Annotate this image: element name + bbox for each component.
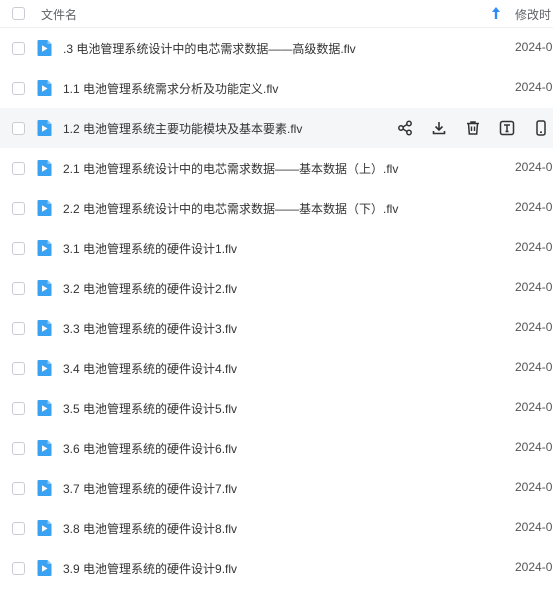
row-checkbox[interactable]	[12, 42, 25, 55]
file-row[interactable]: 2.2 电池管理系统设计中的电芯需求数据——基本数据（下）.flv 2024-0	[0, 188, 553, 228]
file-modified-time: 2024-0	[515, 360, 553, 374]
file-modified-time: 2024-0	[515, 440, 553, 454]
video-file-icon	[37, 520, 52, 536]
file-row[interactable]: 3.2 电池管理系统的硬件设计2.flv 2024-0	[0, 268, 553, 308]
row-checkbox[interactable]	[12, 402, 25, 415]
video-file-icon	[37, 40, 52, 56]
list-header: 文件名 修改时	[0, 0, 553, 28]
row-checkbox[interactable]	[12, 162, 25, 175]
file-modified-time: 2024-0	[515, 520, 553, 534]
file-name[interactable]: 3.8 电池管理系统的硬件设计8.flv	[63, 520, 237, 537]
row-checkbox[interactable]	[12, 322, 25, 335]
row-checkbox[interactable]	[12, 122, 25, 135]
file-row[interactable]: 3.5 电池管理系统的硬件设计5.flv 2024-0	[0, 388, 553, 428]
file-row[interactable]: 3.1 电池管理系统的硬件设计1.flv 2024-0	[0, 228, 553, 268]
row-checkbox[interactable]	[12, 282, 25, 295]
video-file-icon	[37, 320, 52, 336]
file-row[interactable]: 1.2 电池管理系统主要功能模块及基本要素.flv	[0, 108, 553, 148]
row-checkbox[interactable]	[12, 482, 25, 495]
file-row[interactable]: 3.6 电池管理系统的硬件设计6.flv 2024-0	[0, 428, 553, 468]
file-modified-time: 2024-0	[515, 400, 553, 414]
file-modified-time: 2024-0	[515, 560, 553, 574]
video-file-icon	[37, 160, 52, 176]
delete-icon	[467, 121, 479, 135]
file-modified-time: 2024-0	[515, 200, 553, 214]
file-row[interactable]: .3 电池管理系统设计中的电芯需求数据——高级数据.flv 2024-0	[0, 28, 553, 68]
share-button[interactable]	[396, 119, 414, 137]
row-checkbox[interactable]	[12, 562, 25, 575]
file-name[interactable]: 3.5 电池管理系统的硬件设计5.flv	[63, 400, 237, 417]
file-modified-time: 2024-0	[515, 160, 553, 174]
column-header-modified-time[interactable]: 修改时	[515, 6, 551, 23]
row-checkbox[interactable]	[12, 82, 25, 95]
file-name[interactable]: 3.4 电池管理系统的硬件设计4.flv	[63, 360, 237, 377]
sort-arrow-icon[interactable]	[491, 6, 501, 20]
rename-icon	[499, 120, 515, 136]
file-row[interactable]: 3.9 电池管理系统的硬件设计9.flv 2024-0	[0, 548, 553, 588]
video-file-icon	[37, 200, 52, 216]
file-row[interactable]: 3.7 电池管理系统的硬件设计7.flv 2024-0	[0, 468, 553, 508]
file-modified-time: 2024-0	[515, 320, 553, 334]
file-row[interactable]: 1.1 电池管理系统需求分析及功能定义.flv 2024-0	[0, 68, 553, 108]
file-modified-time: 2024-0	[515, 280, 553, 294]
video-file-icon	[37, 80, 52, 96]
file-name[interactable]: 3.1 电池管理系统的硬件设计1.flv	[63, 240, 237, 257]
file-name[interactable]: 3.3 电池管理系统的硬件设计3.flv	[63, 320, 237, 337]
file-modified-time: 2024-0	[515, 240, 553, 254]
video-file-icon	[37, 560, 52, 576]
file-name[interactable]: 2.1 电池管理系统设计中的电芯需求数据——基本数据（上）.flv	[63, 160, 398, 177]
file-modified-time: 2024-0	[515, 40, 553, 54]
row-checkbox[interactable]	[12, 202, 25, 215]
video-file-icon	[37, 240, 52, 256]
row-checkbox[interactable]	[12, 242, 25, 255]
video-file-icon	[37, 440, 52, 456]
file-row[interactable]: 3.4 电池管理系统的硬件设计4.flv 2024-0	[0, 348, 553, 388]
row-checkbox[interactable]	[12, 442, 25, 455]
file-name[interactable]: 2.2 电池管理系统设计中的电芯需求数据——基本数据（下）.flv	[63, 200, 398, 217]
row-checkbox[interactable]	[12, 362, 25, 375]
mobile-button[interactable]	[532, 119, 550, 137]
file-row[interactable]: 3.8 电池管理系统的硬件设计8.flv 2024-0	[0, 508, 553, 548]
rename-button[interactable]	[498, 119, 516, 137]
file-name[interactable]: .3 电池管理系统设计中的电芯需求数据——高级数据.flv	[63, 40, 356, 57]
delete-button[interactable]	[464, 119, 482, 137]
file-name[interactable]: 1.1 电池管理系统需求分析及功能定义.flv	[63, 80, 278, 97]
file-name[interactable]: 3.9 电池管理系统的硬件设计9.flv	[63, 560, 237, 577]
row-checkbox[interactable]	[12, 522, 25, 535]
video-file-icon	[37, 360, 52, 376]
file-row[interactable]: 2.1 电池管理系统设计中的电芯需求数据——基本数据（上）.flv 2024-0	[0, 148, 553, 188]
file-name[interactable]: 3.7 电池管理系统的硬件设计7.flv	[63, 480, 237, 497]
download-icon	[432, 122, 446, 135]
file-row[interactable]: 3.3 电池管理系统的硬件设计3.flv 2024-0	[0, 308, 553, 348]
mobile-icon	[536, 120, 546, 136]
select-all-checkbox[interactable]	[12, 7, 25, 20]
video-file-icon	[37, 480, 52, 496]
file-modified-time: 2024-0	[515, 80, 553, 94]
file-modified-time: 2024-0	[515, 480, 553, 494]
share-icon	[398, 120, 412, 136]
column-header-name[interactable]: 文件名	[41, 6, 77, 23]
file-name[interactable]: 1.2 电池管理系统主要功能模块及基本要素.flv	[63, 120, 302, 137]
download-button[interactable]	[430, 119, 448, 137]
video-file-icon	[37, 280, 52, 296]
video-file-icon	[37, 400, 52, 416]
video-file-icon	[37, 120, 52, 136]
file-name[interactable]: 3.2 电池管理系统的硬件设计2.flv	[63, 280, 237, 297]
file-name[interactable]: 3.6 电池管理系统的硬件设计6.flv	[63, 440, 237, 457]
